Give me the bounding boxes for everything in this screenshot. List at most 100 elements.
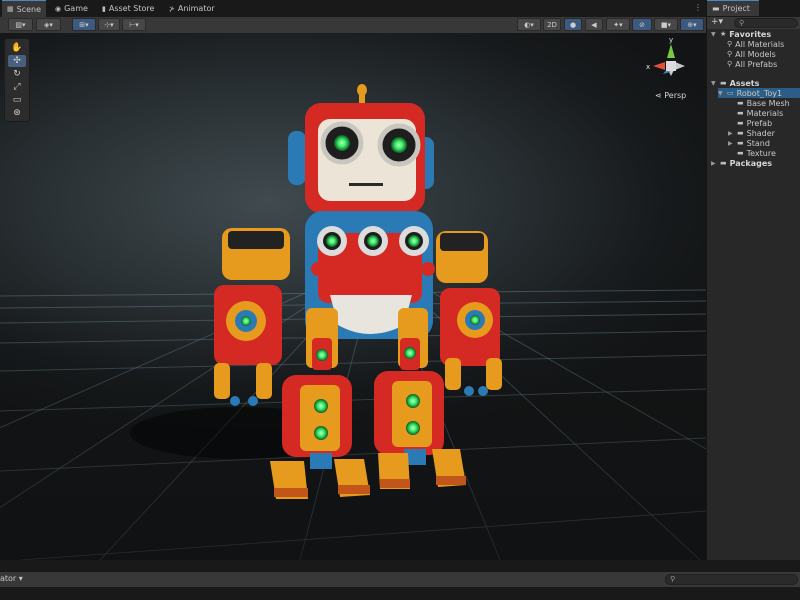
favorite-item[interactable]: ⚲ All Materials xyxy=(727,39,784,49)
folder-icon: ▬ xyxy=(720,79,727,87)
folder-icon: ▬ xyxy=(737,109,744,117)
scene-render: x y xyxy=(0,36,706,560)
transform-tool-icon[interactable]: ⊛ xyxy=(8,107,26,119)
add-asset-button[interactable]: +▾ xyxy=(711,17,723,27)
folder-icon: ▬ xyxy=(737,119,744,127)
favorites-label: Favorites xyxy=(729,29,772,39)
asset-folder[interactable]: ▬ Texture xyxy=(728,148,776,158)
chevron-down-icon: ▼ xyxy=(711,30,716,38)
camera-dropdown[interactable]: ■▾ xyxy=(654,18,678,31)
search-icon: ⚲ xyxy=(727,40,733,48)
effects-icon: ✦▾ xyxy=(613,20,623,29)
asset-folder[interactable]: ▬ Materials xyxy=(728,108,783,118)
asset-folder[interactable]: ▬ Base Mesh xyxy=(728,98,790,108)
asset-folder-label: Stand xyxy=(746,138,770,148)
shading-sphere-dropdown[interactable]: ◐▾ xyxy=(517,18,541,31)
folder-icon: ▬ xyxy=(737,129,744,137)
project-tab-bar: ▬ Project xyxy=(707,0,800,17)
asset-folder[interactable]: ▶ ▬ Stand xyxy=(728,138,770,148)
audio-toggle[interactable]: ◀ xyxy=(585,18,603,31)
gizmo-x-label: x xyxy=(646,63,650,71)
search-icon: ⚲ xyxy=(727,60,733,68)
assets-label: Assets xyxy=(729,78,760,88)
packages-header[interactable]: ▶ ▬ Packages xyxy=(711,158,772,168)
packages-label: Packages xyxy=(729,158,773,168)
snap-icon: ⊹▾ xyxy=(104,20,114,29)
favorite-item[interactable]: ⚲ All Models xyxy=(727,49,776,59)
tab-scene-label: Scene xyxy=(16,4,42,14)
search-icon: ⚲ xyxy=(727,50,733,58)
cube-icon: ◈▾ xyxy=(44,20,53,29)
chevron-down-icon: ▼ xyxy=(711,79,716,87)
favorite-item[interactable]: ⚲ All Prefabs xyxy=(727,59,777,69)
folder-icon: ▬ xyxy=(737,99,744,107)
tab-animator-label: Animator xyxy=(177,4,215,13)
robot-toy-folder-label: Robot_Toy1 xyxy=(736,88,783,98)
bottom-search-input[interactable]: ⚲ xyxy=(665,574,798,585)
project-search-input[interactable]: ⚲ xyxy=(734,18,798,28)
grid-icon: ⊞▾ xyxy=(79,20,89,29)
favorites-header[interactable]: ▼ ★ Favorites xyxy=(711,29,771,39)
ruler-icon: ⊢▾ xyxy=(129,20,139,29)
animator-icon: ⊁ xyxy=(169,4,175,13)
asset-folder-label: Prefab xyxy=(746,118,773,128)
asset-folder-label: Base Mesh xyxy=(746,98,790,108)
rotate-tool-icon[interactable]: ↻ xyxy=(8,68,26,80)
ruler-dropdown[interactable]: ⊢▾ xyxy=(122,18,146,31)
toggle-2d-label: 2D xyxy=(547,20,557,29)
bottom-toolbar: ator ▾ ⚲ xyxy=(0,572,800,587)
animator-dropdown[interactable]: ator ▾ xyxy=(0,574,23,583)
lighting-toggle[interactable]: ● xyxy=(564,18,582,31)
eye-off-icon: ⊘ xyxy=(639,20,645,29)
tool-palette: ✋ ✣ ↻ ⤢ ▭ ⊛ xyxy=(4,38,30,122)
project-panel: ▬ Project +▾ ⚲ ▼ ★ Favorites ⚲ All Mater… xyxy=(706,0,800,560)
favorite-item-label: All Prefabs xyxy=(735,59,778,69)
tab-project[interactable]: ▬ Project xyxy=(707,0,759,16)
scene-menu-icon[interactable]: ⋮ xyxy=(694,3,702,12)
gizmo-y-label: y xyxy=(669,36,673,44)
search-icon: ⚲ xyxy=(670,575,676,583)
gamepad-icon: ◉ xyxy=(55,4,62,13)
orientation-gizmo: x y xyxy=(646,36,685,76)
folder-icon: ▬ xyxy=(712,4,720,13)
asset-folder-label: Texture xyxy=(746,148,776,158)
tab-asset-store-label: Asset Store xyxy=(108,4,155,13)
asset-folder[interactable]: ▶ ▬ Shader xyxy=(728,128,775,138)
tab-game[interactable]: ◉ Game xyxy=(50,0,93,17)
bottom-panel: ator ▾ ⚲ xyxy=(0,560,800,600)
tab-asset-store[interactable]: ▮ Asset Store xyxy=(97,0,159,17)
tab-project-label: Project xyxy=(722,4,750,13)
chevron-right-icon: ▶ xyxy=(711,159,716,167)
asset-folder[interactable]: ▬ Prefab xyxy=(728,118,772,128)
draw-mode-dropdown[interactable]: ▧▾ xyxy=(8,18,33,31)
scene-viewport[interactable]: x y ⋖ Persp ✋ ✣ ↻ ⤢ ▭ ⊛ xyxy=(0,33,706,560)
tab-game-label: Game xyxy=(64,4,88,13)
snap-increment-dropdown[interactable]: ⊹▾ xyxy=(98,18,120,31)
folder-icon: ▬ xyxy=(737,139,744,147)
hidden-objects-toggle[interactable]: ⊘ xyxy=(632,18,652,31)
scene-toolbar: ▧▾ ◈▾ ⊞▾ ⊹▾ ⊢▾ ◐▾ 2D ● ◀ ✦▾ ⊘ ■▾ ⊕▾ xyxy=(0,17,706,34)
gizmo-icon: ⊕▾ xyxy=(687,20,697,29)
gizmos-dropdown[interactable]: ⊕▾ xyxy=(680,18,704,31)
assets-header[interactable]: ▼ ▬ Assets xyxy=(711,78,759,88)
tab-scene[interactable]: ▦ Scene xyxy=(2,0,47,17)
camera-icon: ■▾ xyxy=(660,20,672,29)
scene-tab-bar: ▦ Scene ◉ Game ▮ Asset Store ⊁ Animator … xyxy=(0,0,706,17)
folder-open-icon: ▭ xyxy=(727,89,734,97)
rect-tool-icon[interactable]: ▭ xyxy=(8,94,26,106)
favorite-item-label: All Models xyxy=(735,49,776,59)
hand-tool-icon[interactable]: ✋ xyxy=(8,42,26,54)
effects-dropdown[interactable]: ✦▾ xyxy=(606,18,630,31)
grid-snap-dropdown[interactable]: ⊞▾ xyxy=(72,18,96,31)
speaker-icon: ◀ xyxy=(591,20,597,29)
chevron-right-icon[interactable]: ▶ xyxy=(728,140,734,147)
scale-tool-icon[interactable]: ⤢ xyxy=(8,81,26,93)
move-tool-icon[interactable]: ✣ xyxy=(8,55,26,67)
chevron-right-icon[interactable]: ▶ xyxy=(728,130,734,137)
chevron-down-icon: ▼ xyxy=(718,89,723,97)
perspective-label[interactable]: ⋖ Persp xyxy=(655,91,686,100)
toggle-2d-button[interactable]: 2D xyxy=(543,18,561,31)
render-mode-dropdown[interactable]: ◈▾ xyxy=(36,18,61,31)
robot-toy-folder[interactable]: ▼ ▭ Robot_Toy1 xyxy=(718,88,800,98)
tab-animator[interactable]: ⊁ Animator xyxy=(164,0,220,17)
